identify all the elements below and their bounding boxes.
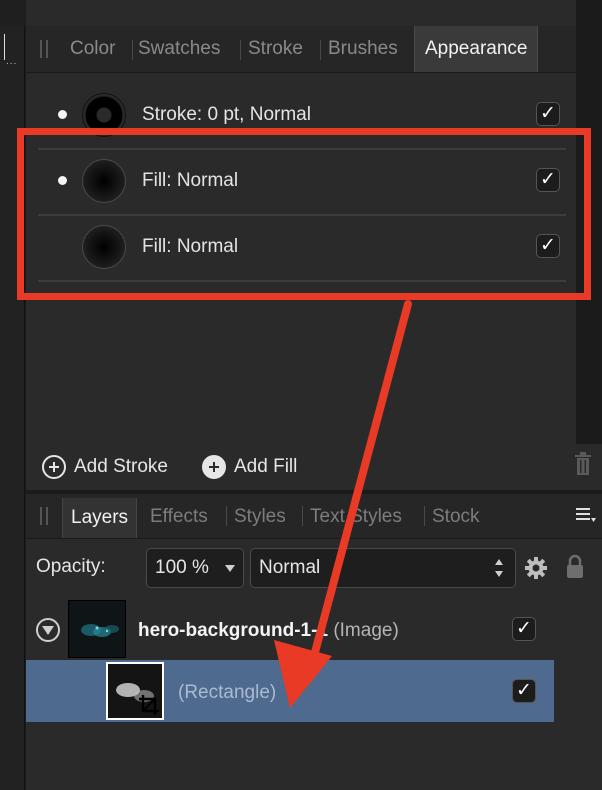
visibility-checkbox[interactable]: ✓ xyxy=(536,102,560,126)
opacity-row: Opacity: 100 % Normal xyxy=(26,538,602,596)
plus-circle-icon xyxy=(42,455,66,479)
tab-color[interactable]: Color xyxy=(70,38,115,60)
layer-row-image[interactable]: hero-background-1-1 (Image) ✓ xyxy=(26,598,554,660)
annotation-highlight-box xyxy=(17,128,591,300)
add-fill-label: Add Fill xyxy=(234,456,298,477)
tab-stock[interactable]: Stock xyxy=(432,506,480,528)
panel-grip-icon[interactable] xyxy=(40,507,48,525)
tab-divider xyxy=(302,506,303,526)
blend-mode-dropdown[interactable]: Normal xyxy=(250,548,516,588)
stepper-arrows-icon xyxy=(495,559,503,577)
layer-type: (Rectangle) xyxy=(178,682,277,703)
trash-icon[interactable] xyxy=(574,452,592,476)
expand-triangle-icon[interactable] xyxy=(36,618,60,642)
panel-menu-icon[interactable] xyxy=(576,506,596,524)
layers-tabbar: Layers Effects Styles Text Styles Stock xyxy=(26,494,602,539)
tab-appearance[interactable]: Appearance xyxy=(414,26,539,72)
appearance-row-label: Stroke: 0 pt, Normal xyxy=(142,104,311,125)
lock-icon[interactable] xyxy=(566,554,584,580)
add-stroke-button[interactable]: Add Stroke xyxy=(42,454,168,480)
layer-visibility-checkbox[interactable]: ✓ xyxy=(512,679,536,703)
tab-divider xyxy=(240,40,241,60)
layer-label: hero-background-1-1 (Image) xyxy=(138,620,399,642)
layer-type: (Image) xyxy=(333,620,399,641)
tab-swatches[interactable]: Swatches xyxy=(138,38,220,60)
tab-divider xyxy=(320,40,321,60)
tab-layers[interactable]: Layers xyxy=(62,498,138,538)
appearance-footer: Add Stroke Add Fill xyxy=(26,444,602,490)
opacity-value: 100 % xyxy=(155,557,209,578)
app-window: ... Color Swatches Stroke Brushes Appear… xyxy=(0,0,602,790)
left-toolbar-edge: ... xyxy=(0,0,25,790)
tab-styles[interactable]: Styles xyxy=(234,506,286,528)
plus-circle-icon xyxy=(202,455,226,479)
chevron-down-icon xyxy=(225,565,235,572)
overflow-dots-icon: ... xyxy=(6,56,18,67)
blend-mode-value: Normal xyxy=(259,557,321,578)
tab-divider xyxy=(132,40,133,60)
tab-stroke[interactable]: Stroke xyxy=(248,38,303,60)
panel-grip-icon[interactable] xyxy=(40,40,48,58)
panel-tabbar: Color Swatches Stroke Brushes Appearance xyxy=(26,26,576,73)
layer-thumbnail-image xyxy=(68,600,126,658)
gear-icon[interactable] xyxy=(524,556,548,580)
opacity-label: Opacity: xyxy=(36,556,106,577)
layer-name: hero-background-1-1 xyxy=(138,620,329,641)
add-fill-button[interactable]: Add Fill xyxy=(202,454,297,480)
tab-brushes[interactable]: Brushes xyxy=(328,38,398,60)
layer-thumbnail-rectangle xyxy=(106,662,164,720)
layers-panel: Layers Effects Styles Text Styles Stock … xyxy=(26,494,602,790)
toolbar-divider xyxy=(4,34,5,60)
layer-row-rectangle[interactable]: (Rectangle) ✓ xyxy=(26,660,554,722)
opacity-dropdown[interactable]: 100 % xyxy=(146,548,244,588)
crop-icon xyxy=(139,695,159,715)
add-stroke-label: Add Stroke xyxy=(74,456,168,477)
tab-text-styles[interactable]: Text Styles xyxy=(310,506,402,528)
tab-divider xyxy=(424,506,425,526)
layer-visibility-checkbox[interactable]: ✓ xyxy=(512,617,536,641)
tab-effects[interactable]: Effects xyxy=(150,506,208,528)
tab-divider xyxy=(226,506,227,526)
active-dot-icon xyxy=(58,110,67,119)
layer-label: (Rectangle) xyxy=(178,682,276,704)
